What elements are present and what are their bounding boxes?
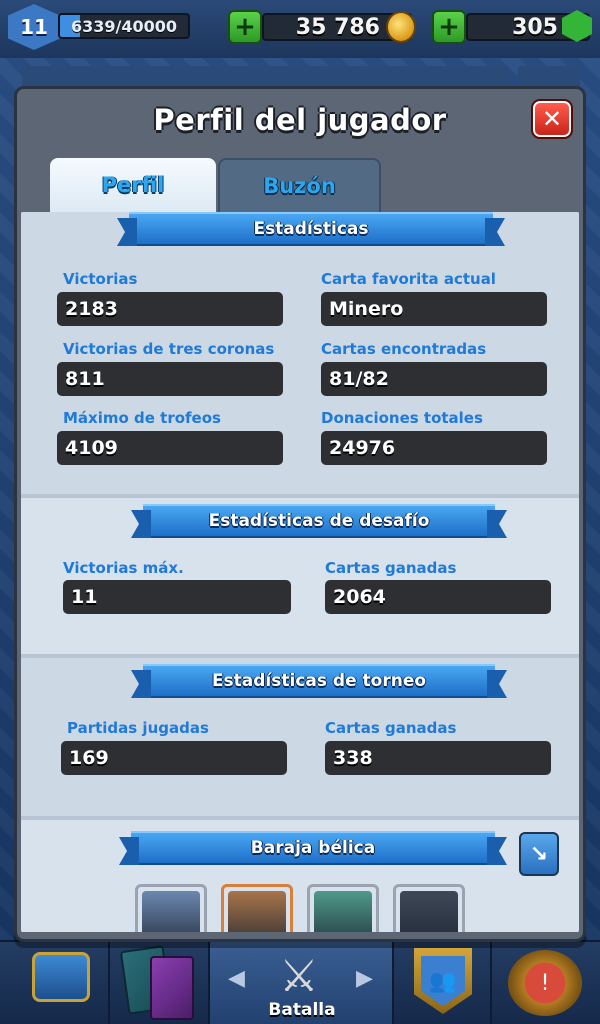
tournament-header: Estadísticas de torneo bbox=[143, 664, 495, 698]
stat-value: 81/82 bbox=[321, 362, 547, 396]
nav-shop-tab[interactable] bbox=[0, 942, 110, 1024]
tab-inbox-label: Buzón bbox=[263, 174, 336, 198]
deck-card-dark-knight[interactable] bbox=[393, 884, 465, 932]
cards-icon-back bbox=[150, 956, 194, 1020]
nav-clan-tab[interactable]: 👥 bbox=[394, 942, 492, 1024]
stat-value: 24976 bbox=[321, 431, 547, 465]
nav-left-arrow-icon[interactable]: ◀ bbox=[228, 966, 245, 991]
nav-cards-tab[interactable] bbox=[110, 942, 210, 1024]
stat-value: 169 bbox=[61, 741, 287, 775]
stat-label: Máximo de trofeos bbox=[63, 409, 221, 427]
stat-label: Donaciones totales bbox=[321, 409, 483, 427]
stat-label: Partidas jugadas bbox=[67, 719, 209, 737]
card-miner-icon bbox=[142, 891, 200, 932]
tab-profile-label: Perfil bbox=[101, 173, 165, 197]
buy-gems-button[interactable]: + bbox=[432, 10, 466, 44]
stat-label: Victorias bbox=[63, 270, 138, 288]
deck-header: Baraja bélica bbox=[131, 831, 495, 865]
stat-label: Victorias de tres coronas bbox=[63, 340, 275, 358]
battle-tab-label: Batalla bbox=[268, 1000, 336, 1020]
level-badge: 11 bbox=[8, 4, 60, 50]
card-goblin-cage-icon bbox=[314, 891, 372, 932]
experience-text: 6339/40000 bbox=[70, 16, 178, 36]
nav-events-tab[interactable]: ! bbox=[492, 942, 600, 1024]
buy-gold-button[interactable]: + bbox=[228, 10, 262, 44]
nav-right-arrow-icon[interactable]: ▶ bbox=[356, 966, 373, 991]
crossed-swords-icon: ⚔ bbox=[279, 950, 319, 1002]
stat-label: Carta favorita actual bbox=[321, 270, 496, 288]
card-dark-knight-icon bbox=[400, 891, 458, 932]
stat-label: Cartas ganadas bbox=[325, 719, 457, 737]
clan-people-icon: 👥 bbox=[421, 956, 465, 1006]
tab-inbox[interactable]: Buzón bbox=[218, 158, 381, 212]
deck-card-hog-rider[interactable] bbox=[221, 884, 293, 932]
shop-chest-icon bbox=[32, 952, 90, 1002]
stat-value: 338 bbox=[325, 741, 551, 775]
card-hog-rider-icon bbox=[228, 891, 286, 932]
stat-value: 4109 bbox=[57, 431, 283, 465]
clan-shield-icon: 👥 bbox=[414, 948, 472, 1014]
stat-value: Minero bbox=[321, 292, 547, 326]
tab-profile[interactable]: Perfil bbox=[50, 158, 216, 212]
stat-value: 2183 bbox=[57, 292, 283, 326]
top-resource-bar: 11 6339/40000 + 35 786 + 305 bbox=[0, 0, 600, 58]
player-profile-modal: Perfil del jugador ✕ Perfil Buzón Estadí… bbox=[14, 86, 586, 942]
close-button[interactable]: ✕ bbox=[531, 99, 573, 139]
experience-bar: 6339/40000 bbox=[58, 13, 190, 39]
stat-label: Victorias máx. bbox=[63, 559, 184, 577]
events-calendar-icon: ! bbox=[508, 950, 582, 1016]
profile-content[interactable]: Estadísticas Victorias 2183 Carta favori… bbox=[21, 212, 579, 932]
deck-card-miner[interactable] bbox=[135, 884, 207, 932]
stat-value: 2064 bbox=[325, 580, 551, 614]
expand-arrow-icon[interactable]: ↘ bbox=[519, 832, 559, 876]
modal-title: Perfil del jugador bbox=[153, 103, 447, 137]
challenge-header: Estadísticas de desafío bbox=[143, 504, 495, 538]
gold-coin-icon bbox=[386, 11, 416, 43]
stats-header: Estadísticas bbox=[129, 212, 493, 246]
stat-label: Cartas ganadas bbox=[325, 559, 457, 577]
stat-value: 811 bbox=[57, 362, 283, 396]
nav-battle-tab[interactable]: ◀ ⚔ ▶ Batalla bbox=[210, 942, 394, 1024]
stat-label: Cartas encontradas bbox=[321, 340, 487, 358]
close-icon: ✕ bbox=[541, 105, 563, 133]
deck-card-goblin-cage[interactable] bbox=[307, 884, 379, 932]
bottom-navigation: ◀ ⚔ ▶ Batalla 👥 ! bbox=[0, 940, 600, 1024]
stat-value: 11 bbox=[63, 580, 291, 614]
